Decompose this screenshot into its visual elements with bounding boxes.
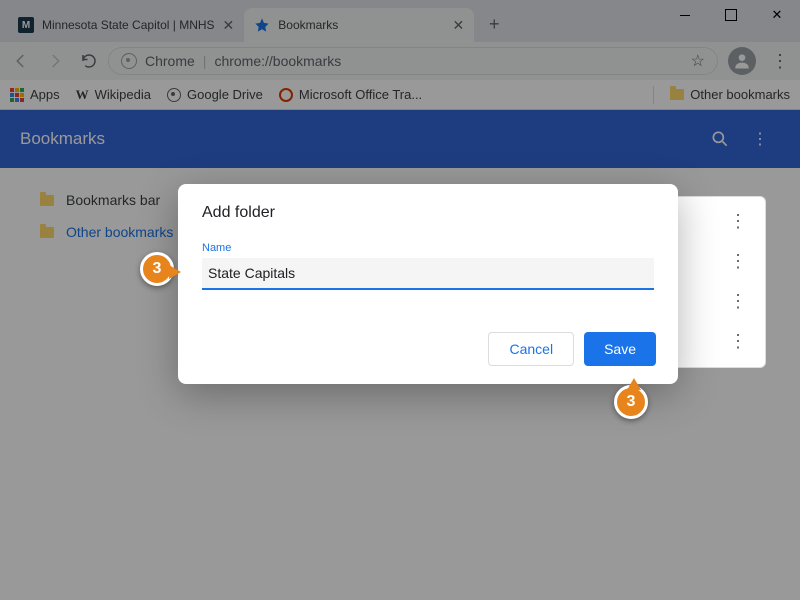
- add-folder-dialog: Add folder Name Cancel Save: [178, 184, 678, 384]
- save-button[interactable]: Save: [584, 332, 656, 366]
- item-menu-button[interactable]: ⋮: [719, 291, 757, 312]
- name-field-label: Name: [202, 242, 654, 254]
- cancel-button[interactable]: Cancel: [488, 332, 574, 366]
- callout-marker: 3: [140, 252, 174, 286]
- item-menu-button[interactable]: ⋮: [719, 331, 757, 352]
- item-menu-button[interactable]: ⋮: [719, 211, 757, 232]
- dialog-title: Add folder: [202, 204, 654, 222]
- item-menu-button[interactable]: ⋮: [719, 251, 757, 272]
- callout-marker: 3: [614, 385, 648, 419]
- folder-name-input[interactable]: [202, 258, 654, 290]
